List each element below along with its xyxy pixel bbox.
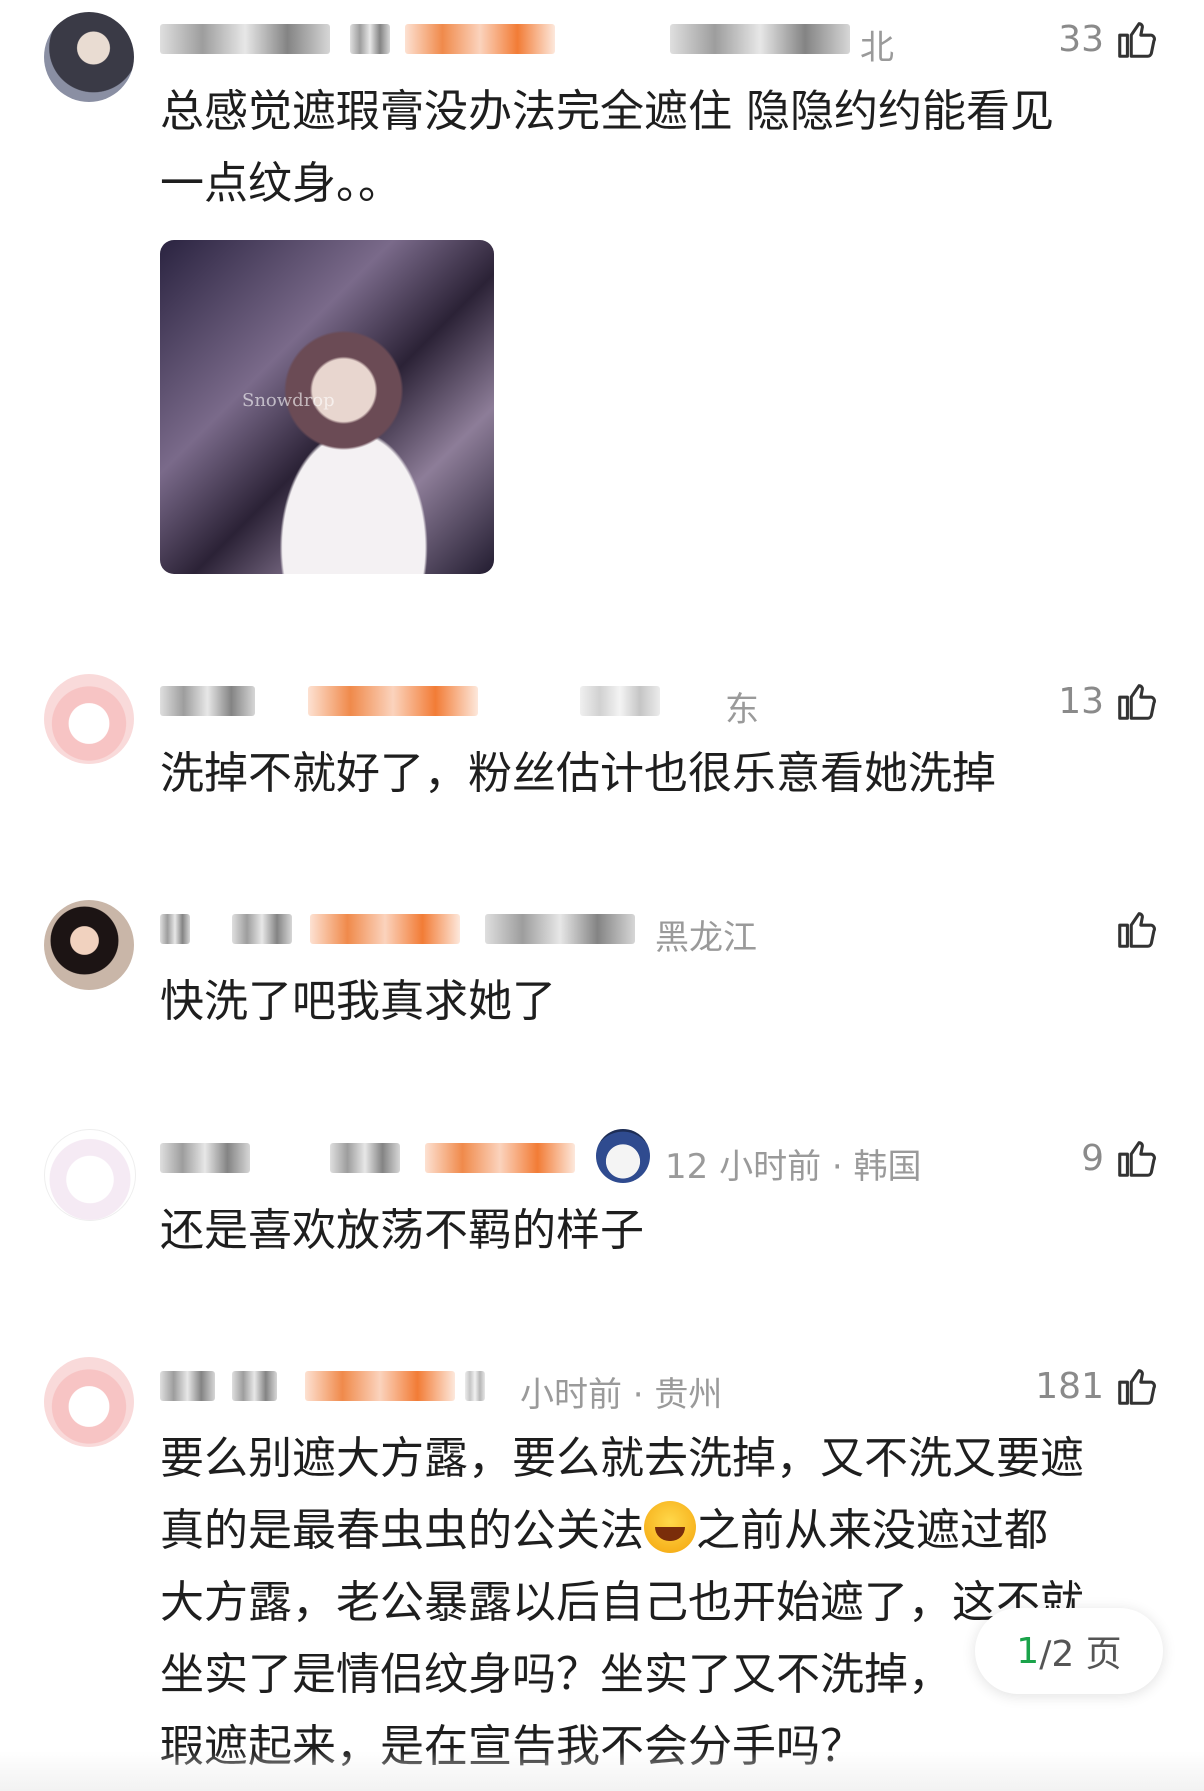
username-mosaic (160, 1143, 250, 1173)
comment-meta: 黑龙江 (160, 906, 1164, 958)
thumbs-up-icon (1118, 912, 1156, 948)
page-total: /2 页 (1039, 1634, 1122, 1675)
comment-text: 还是喜欢放荡不羁的样子 (160, 1195, 1160, 1267)
badge-mosaic (310, 914, 460, 944)
username-mosaic (160, 914, 190, 944)
thumbs-up-icon (1118, 1369, 1156, 1405)
time-mosaic (580, 686, 660, 716)
username-mosaic (160, 686, 255, 716)
username-mosaic (330, 1143, 400, 1173)
like-button[interactable]: 181 (1035, 1361, 1160, 1411)
comment-text-line: 还是喜欢放荡不羁的样子 (160, 1205, 644, 1256)
page-current: 1 (1016, 1630, 1040, 1672)
comment-text-segment: 之前从来没遮过都 (696, 1505, 1048, 1556)
badge-mosaic (405, 24, 555, 54)
username-mosaic (350, 24, 390, 54)
like-button[interactable]: 9 (1081, 1133, 1160, 1183)
comment-meta: 北 (160, 16, 1164, 68)
comment-text: 快洗了吧我真求她了 (160, 966, 1160, 1038)
badge-mosaic (308, 686, 478, 716)
user-avatar[interactable] (44, 12, 134, 102)
comment-text-line: 总感觉遮瑕膏没办法完全遮住 隐隐约约能看见 (160, 86, 1054, 137)
badge-mosaic (305, 1371, 455, 1401)
thumbs-up-icon (1118, 684, 1156, 720)
comment-image[interactable]: Snowdrop (160, 240, 494, 574)
like-count: 13 (1058, 680, 1104, 722)
like-count: 181 (1035, 1365, 1104, 1407)
like-button[interactable]: 13 (1058, 676, 1160, 726)
comment-meta: 12 小时前 · 韩国 (160, 1129, 1164, 1187)
comment-location: 北 (860, 28, 894, 68)
like-count: 33 (1058, 18, 1104, 60)
comment-text-line: 快洗了吧我真求她了 (160, 976, 556, 1027)
comment-text-segment: 真的是最春虫虫的公关法 (160, 1505, 644, 1556)
user-avatar[interactable] (44, 1357, 134, 1447)
comment-meta: 小时前 · 贵州 (160, 1363, 1164, 1415)
photo-caption: Snowdrop (242, 390, 335, 411)
user-avatar[interactable] (44, 1129, 136, 1221)
time-mosaic (670, 24, 850, 54)
comment-time-location: 小时前 · 贵州 (520, 1375, 723, 1415)
comment-text-line: 一点纹身。。 (160, 158, 402, 209)
thumbs-up-icon (1118, 22, 1156, 58)
like-button[interactable] (1104, 904, 1160, 954)
like-button[interactable]: 33 (1058, 14, 1160, 64)
comment-text-line: 洗掉不就好了，粉丝估计也很乐意看她洗掉 (160, 748, 996, 799)
username-mosaic (232, 914, 292, 944)
username-mosaic (232, 1371, 277, 1401)
comment-text: 总感觉遮瑕膏没办法完全遮住 隐隐约约能看见 一点纹身。。 (160, 76, 1160, 220)
page-indicator[interactable]: 1/2 页 (975, 1608, 1163, 1694)
user-avatar[interactable] (44, 900, 134, 990)
comment-location: 黑龙江 (655, 918, 757, 958)
laughing-crying-emoji-icon (644, 1501, 696, 1553)
thumbs-up-icon (1118, 1141, 1156, 1177)
bottom-edge (0, 1751, 1204, 1791)
time-mosaic (465, 1371, 485, 1401)
pet-badge-icon (596, 1129, 650, 1183)
comment-location: 东 (725, 690, 759, 730)
username-mosaic (160, 1371, 215, 1401)
comment-meta: 东 (160, 678, 1164, 730)
time-mosaic (485, 914, 635, 944)
like-count: 9 (1081, 1137, 1104, 1179)
comment-text: 洗掉不就好了，粉丝估计也很乐意看她洗掉 (160, 738, 1160, 810)
comment-text-line: 要么别遮大方露，要么就去洗掉，又不洗又要遮 (160, 1433, 1084, 1484)
comment-time-location: 12 小时前 · 韩国 (665, 1147, 922, 1187)
comment-text: 要么别遮大方露，要么就去洗掉，又不洗又要遮 真的是最春虫虫的公关法 之前从来没遮过… (160, 1423, 1160, 1783)
badge-mosaic (425, 1143, 575, 1173)
comment-text-line: 真的是最春虫虫的公关法 之前从来没遮过都 (160, 1495, 1160, 1567)
user-avatar[interactable] (44, 674, 134, 764)
username-mosaic (160, 24, 330, 54)
